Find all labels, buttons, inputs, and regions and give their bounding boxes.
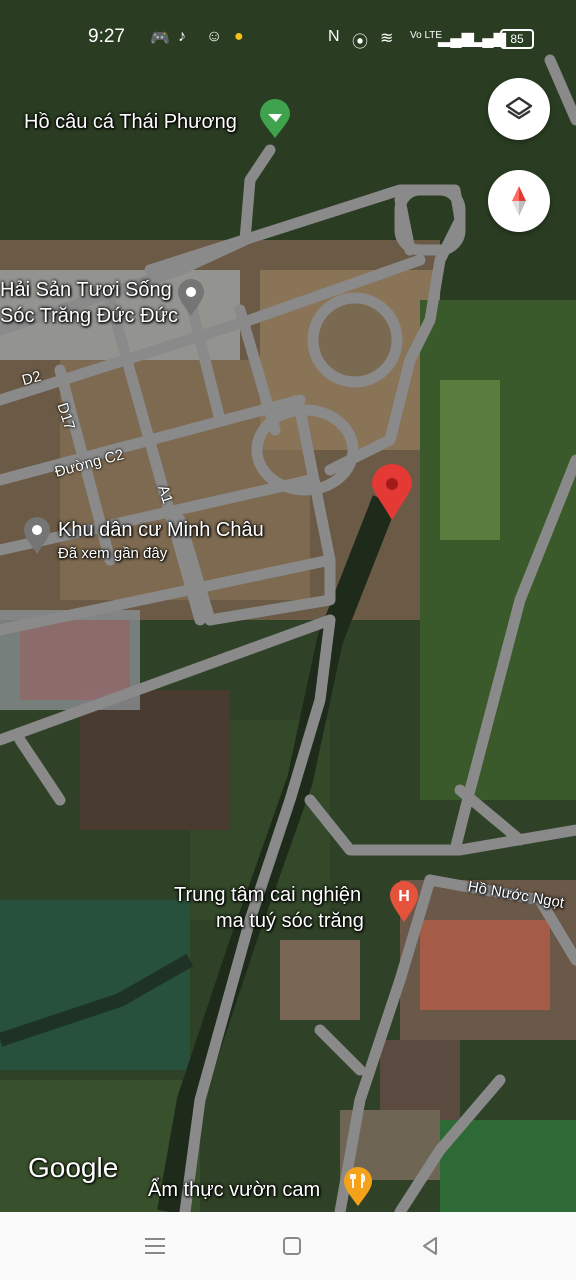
layers-icon bbox=[505, 96, 533, 120]
place-label-fishing[interactable]: Hồ câu cá Thái Phương bbox=[24, 111, 237, 134]
google-attribution: Google bbox=[28, 1152, 119, 1183]
home-icon[interactable] bbox=[278, 1232, 306, 1260]
game-controller-icon: 🎮 bbox=[150, 30, 170, 47]
place-label-restaurant[interactable]: Ẩm thực vườn cam bbox=[148, 1179, 320, 1202]
clock: 9:27 bbox=[88, 26, 125, 47]
status-bar: 9:27 🎮 ♪ ☺ ● N ⦿ ≋ Vo LTE ▂▄▆ ▂▄▆ 85 bbox=[0, 0, 576, 78]
place-label-seafood-1[interactable]: Hải Sản Tươi Sống bbox=[0, 279, 172, 302]
compass-icon bbox=[512, 186, 526, 216]
hospital-place-icon[interactable]: H bbox=[388, 880, 420, 924]
nfc-icon: N bbox=[328, 28, 340, 45]
menu-icon[interactable] bbox=[141, 1232, 169, 1260]
layers-button[interactable] bbox=[488, 78, 550, 140]
fishing-place-icon[interactable] bbox=[258, 98, 292, 140]
location-icon: ⦿ bbox=[352, 34, 369, 51]
place-label-rehab-1[interactable]: Trung tâm cai nghiện bbox=[174, 884, 361, 907]
compass-button[interactable] bbox=[488, 170, 550, 232]
residential-place-icon[interactable] bbox=[22, 516, 52, 556]
place-label-seafood-2[interactable]: Sóc Trăng Đức Đức bbox=[0, 305, 178, 328]
face-icon: ☺ bbox=[206, 28, 223, 45]
satellite-map[interactable] bbox=[0, 0, 576, 1212]
tiktok-icon: ♪ bbox=[178, 28, 186, 45]
svg-text:H: H bbox=[398, 888, 410, 905]
signal-icon: ▂▄▆ bbox=[438, 30, 474, 47]
place-label-residential[interactable]: Khu dân cư Minh Châu bbox=[58, 519, 264, 542]
place-label-residential-recent: Đã xem gần đây bbox=[58, 545, 168, 562]
back-icon[interactable] bbox=[416, 1232, 444, 1260]
place-label-rehab-2[interactable]: ma tuý sóc trăng bbox=[216, 910, 364, 933]
wifi-icon: ≋ bbox=[380, 30, 394, 47]
coin-icon: ● bbox=[234, 28, 244, 45]
battery-indicator: 85 bbox=[500, 29, 534, 49]
restaurant-place-icon[interactable] bbox=[342, 1166, 374, 1208]
seafood-place-icon[interactable] bbox=[176, 278, 206, 318]
navigation-bar bbox=[0, 1212, 576, 1280]
